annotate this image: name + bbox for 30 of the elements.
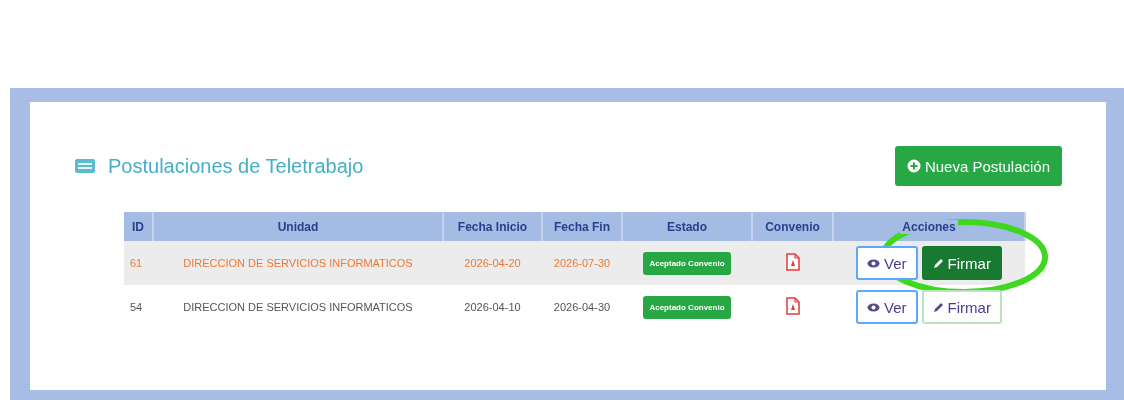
table-cell: 2026-07-30 — [542, 241, 622, 285]
status-badge: Aceptado Convenio — [643, 295, 731, 319]
column-header: Fecha Inicio — [455, 219, 530, 234]
table-cell: 2026-04-30 — [542, 285, 622, 329]
pencil-icon — [932, 257, 944, 269]
column-header: Fecha Fin — [552, 219, 612, 234]
pencil-icon — [932, 301, 944, 313]
pdf-file-icon[interactable] — [785, 297, 800, 315]
column-header: Convenio — [763, 219, 822, 234]
sign-button[interactable]: Firmar — [921, 290, 1002, 324]
eye-icon — [867, 258, 881, 268]
table-cell: DIRECCION DE SERVICIOS INFORMATICOS — [153, 241, 443, 285]
column-header: ID — [130, 219, 146, 234]
sign-button[interactable]: Firmar — [921, 246, 1002, 280]
list-icon — [74, 158, 96, 174]
column-header: Acciones — [900, 219, 958, 234]
column-header: Unidad — [275, 219, 321, 234]
table-cell: 61 — [124, 241, 153, 285]
plus-circle-icon — [906, 159, 921, 173]
eye-icon — [867, 302, 881, 312]
pdf-file-icon[interactable] — [785, 253, 800, 271]
view-button[interactable]: Ver — [856, 290, 918, 324]
status-badge: Aceptado Convenio — [643, 251, 731, 275]
table-cell: 54 — [124, 285, 153, 329]
column-header: Estado — [665, 219, 709, 234]
page-title: Postulaciones de Teletrabajo — [108, 154, 364, 178]
table-cell: 2026-04-20 — [443, 241, 542, 285]
table-cell: 2026-04-10 — [443, 285, 542, 329]
table-cell: DIRECCION DE SERVICIOS INFORMATICOS — [153, 285, 443, 329]
view-button[interactable]: Ver — [856, 246, 918, 280]
